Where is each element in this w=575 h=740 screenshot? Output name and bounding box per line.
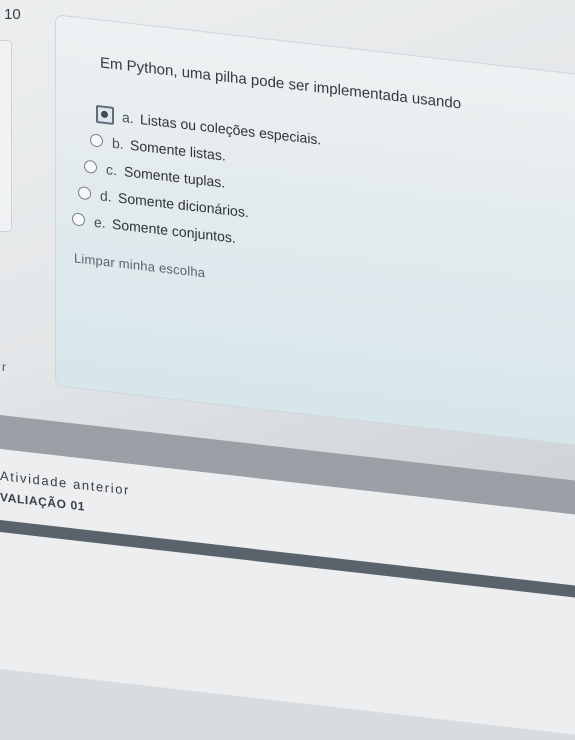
clear-choice-link[interactable]: Limpar minha escolha: [74, 250, 205, 280]
option-letter: c.: [106, 160, 117, 178]
radio-icon[interactable]: [72, 212, 85, 227]
question-text: Em Python, uma pilha pode ser implementa…: [100, 54, 462, 113]
radio-selected-icon[interactable]: [96, 104, 114, 125]
option-letter: e.: [94, 213, 106, 231]
screen-content: Em Python, uma pilha pode ser implementa…: [0, 0, 575, 740]
radio-icon[interactable]: [78, 185, 91, 201]
option-letter: d.: [100, 186, 112, 205]
question-card: Em Python, uma pilha pode ser implementa…: [55, 14, 575, 451]
option-letter: a.: [122, 108, 134, 126]
option-letter: b.: [112, 134, 124, 152]
radio-icon[interactable]: [84, 159, 97, 175]
radio-icon[interactable]: [90, 133, 103, 148]
answer-options: a. Listas ou coleções especiais. b. Some…: [72, 100, 321, 261]
